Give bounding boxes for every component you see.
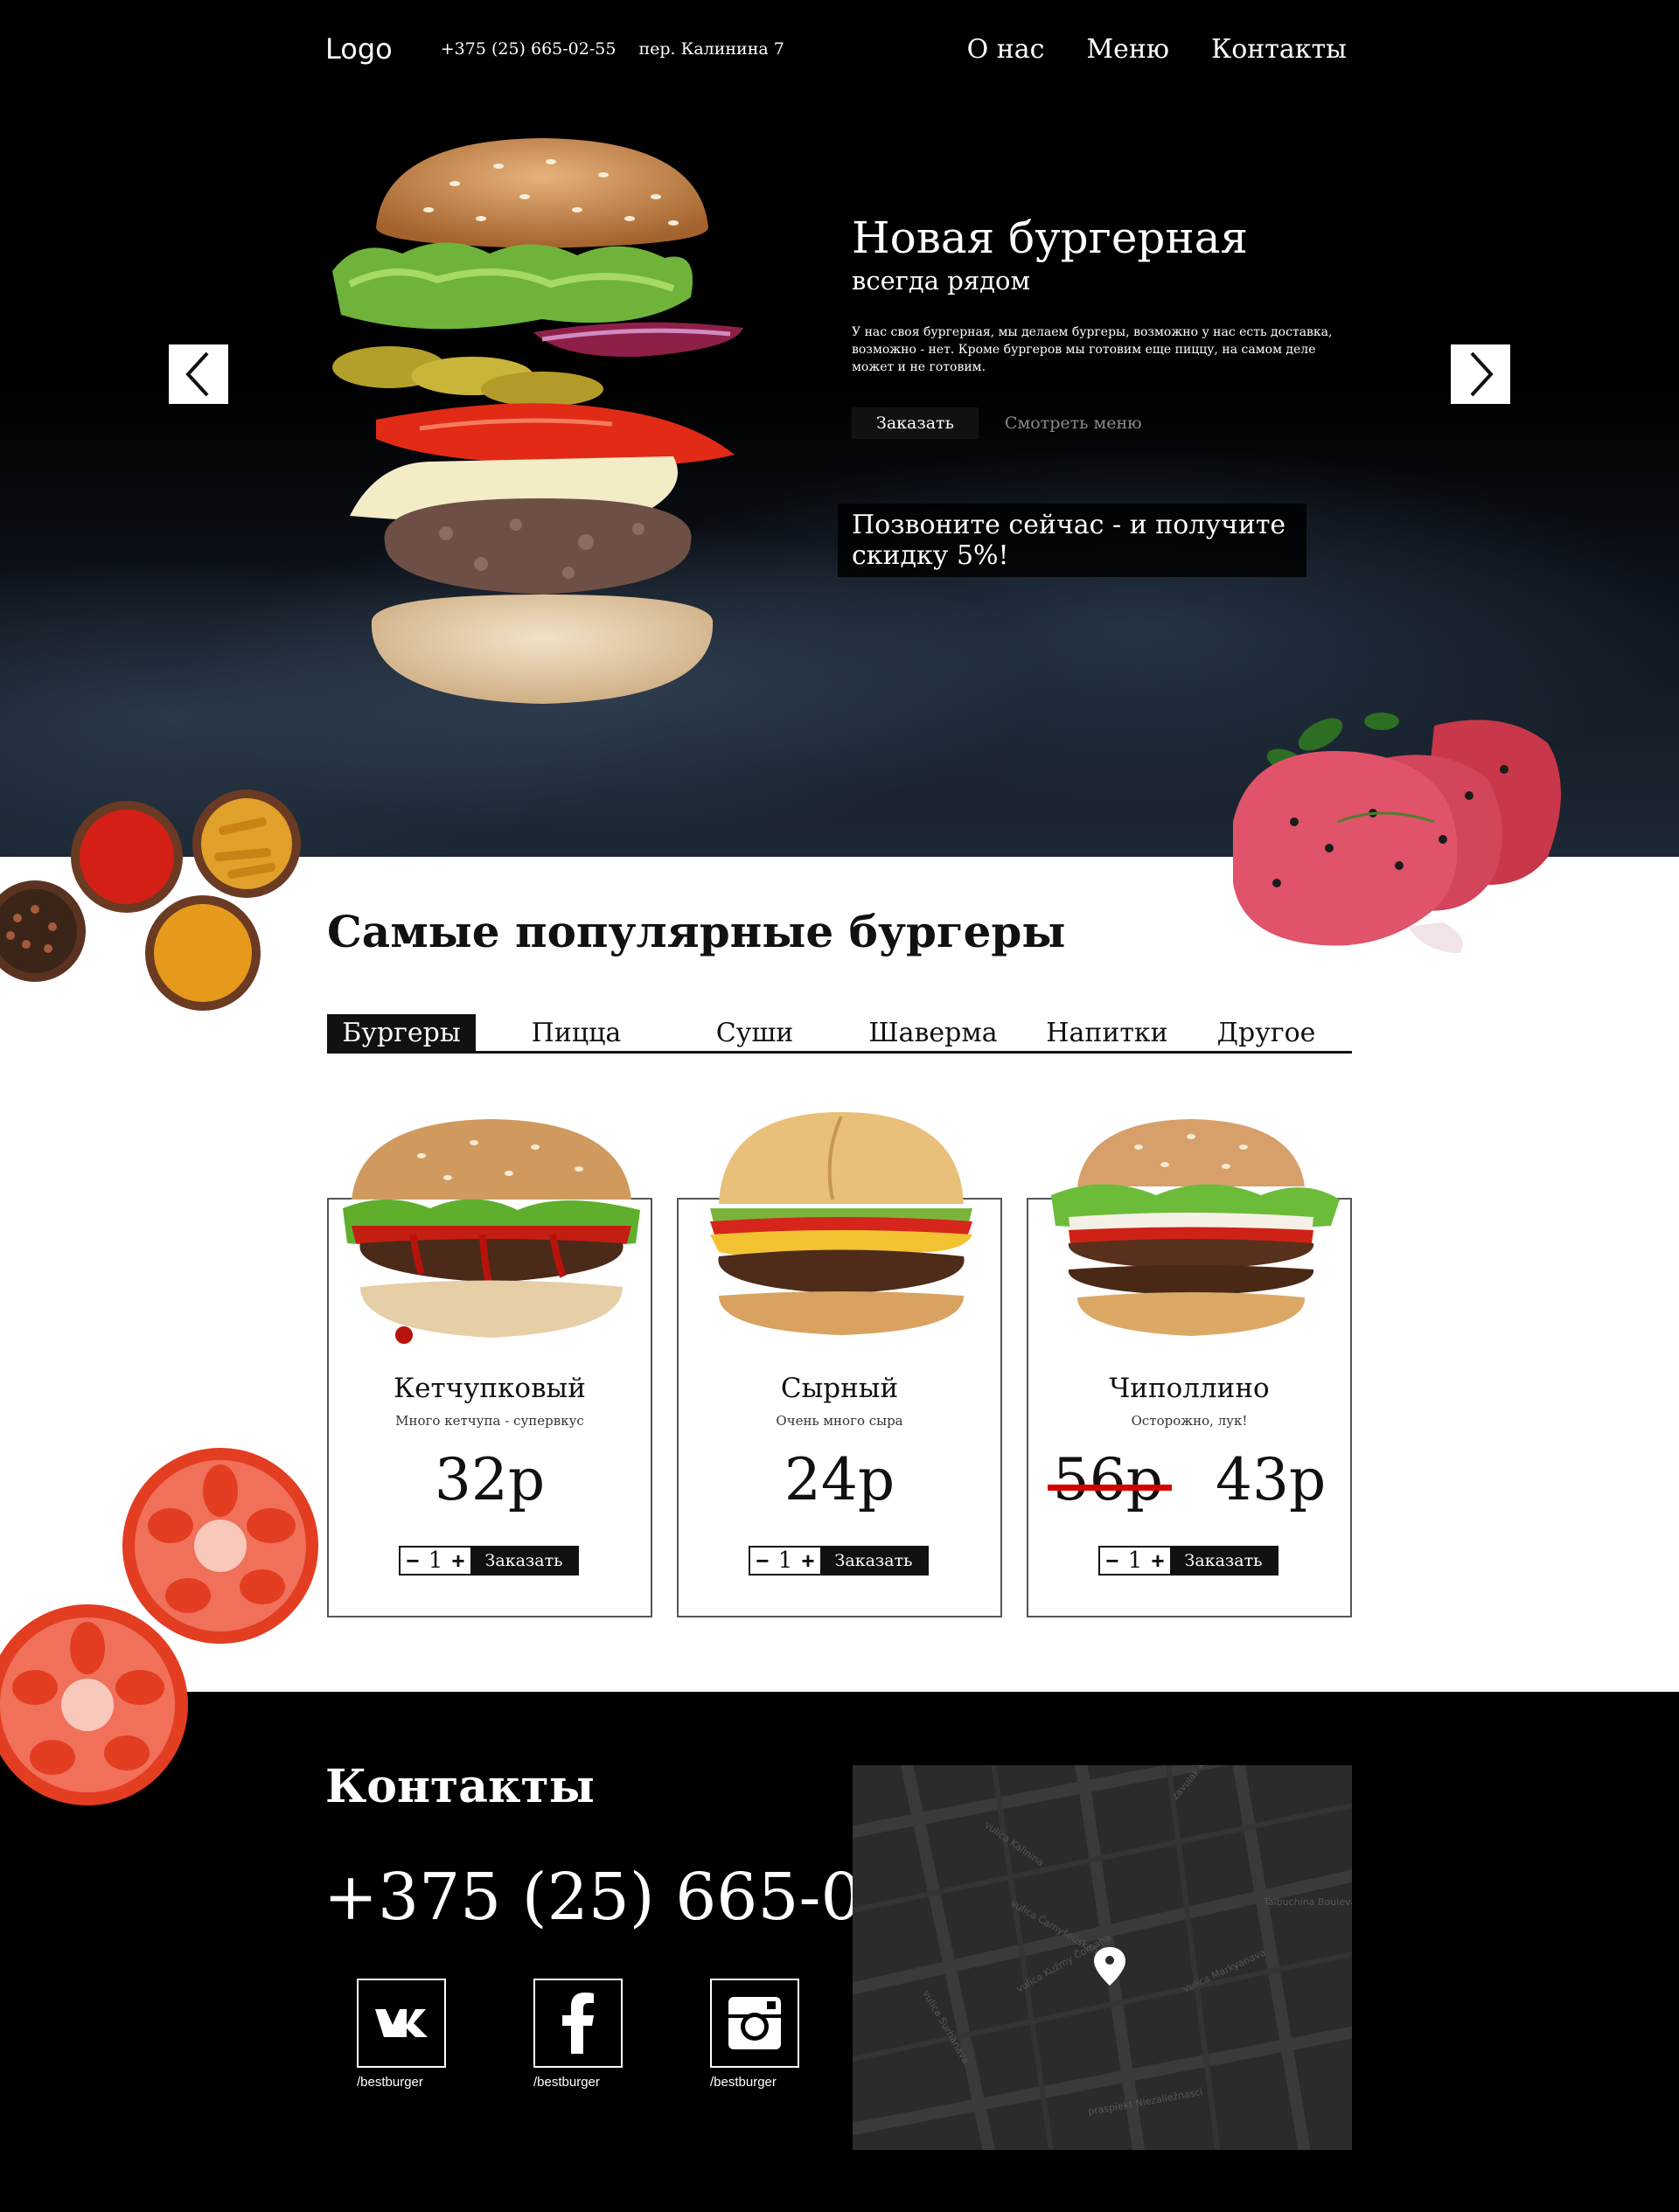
social-handle: /bestburger — [533, 2075, 600, 2090]
nav-menu[interactable]: Меню — [1086, 34, 1169, 65]
qty-increase-button[interactable]: + — [796, 1548, 820, 1574]
product-desc: Осторожно, лук! — [1131, 1413, 1248, 1429]
product-price: 43р — [1216, 1446, 1327, 1513]
hero-text: Новая бургерная всегда рядом У нас своя … — [852, 214, 1341, 439]
promo-banner: Позвоните сейчас - и получите скидку 5%! — [838, 504, 1306, 577]
product-card: Кетчупковый Много кетчупа - супервкус 32… — [327, 1119, 652, 1617]
instagram-icon — [728, 1997, 781, 2049]
product-name: Кетчупковый — [394, 1373, 586, 1404]
hero-view-menu-button[interactable]: Смотреть меню — [1005, 414, 1142, 433]
main-nav: О нас Меню Контакты — [967, 34, 1347, 65]
hero-buttons: Заказать Смотреть меню — [852, 407, 1341, 439]
chevron-right-icon — [1470, 351, 1494, 397]
social-links: /bestburger /bestburger /bestburger — [357, 1979, 799, 2090]
qty-decrease-button[interactable]: − — [1100, 1548, 1125, 1574]
popular-title: Самые популярные бургеры — [327, 906, 1066, 957]
social-vk[interactable]: /bestburger — [357, 1979, 446, 2090]
hero-description: У нас своя бургерная, мы делаем бургеры,… — [852, 325, 1333, 374]
price-row: 56р 43р — [1028, 1446, 1350, 1513]
chevron-left-icon — [185, 351, 209, 397]
product-price: 24р — [784, 1446, 895, 1513]
product-card: Чиполлино Осторожно, лук! 56р 43р − 1 + … — [1027, 1119, 1352, 1617]
header-address: пер. Калинина 7 — [638, 39, 784, 59]
hero-title: Новая бургерная — [852, 212, 1249, 263]
tab-sushi[interactable]: Суши — [677, 1014, 833, 1051]
product-name: Чиполлино — [1109, 1373, 1270, 1404]
social-handle: /bestburger — [357, 2075, 423, 2090]
product-desc: Очень много сыра — [776, 1413, 903, 1429]
meat-image — [1233, 713, 1561, 953]
burger-image — [343, 1119, 640, 1344]
hero-subtitle: всегда рядом — [852, 266, 1031, 296]
top-bar: Logo +375 (25) 665-02-55 пер. Калинина 7… — [325, 24, 1347, 73]
hero-burger-image — [332, 138, 743, 704]
qty-increase-button[interactable]: + — [446, 1548, 470, 1574]
product-desc: Много кетчупа - супервкус — [395, 1413, 584, 1429]
order-button[interactable]: Заказать — [470, 1548, 577, 1574]
social-instagram[interactable]: /bestburger — [710, 1979, 799, 2090]
burger-image — [710, 1112, 972, 1335]
hero-order-button[interactable]: Заказать — [852, 407, 979, 439]
burger-image — [1051, 1119, 1340, 1336]
qty-decrease-button[interactable]: − — [750, 1548, 775, 1574]
tab-pizza[interactable]: Пицца — [476, 1014, 677, 1051]
map[interactable]: vulica Kalinina vulica Čarnyšeŭskaha vul… — [853, 1765, 1352, 2150]
tomatoes-image — [0, 1448, 318, 1805]
tab-drinks[interactable]: Напитки — [1034, 1014, 1181, 1051]
product-card: Сырный Очень много сыра 24р − 1 + Заказа… — [677, 1112, 1002, 1617]
nav-contacts[interactable]: Контакты — [1211, 34, 1347, 65]
logo[interactable]: Logo — [325, 32, 393, 66]
order-controls: − 1 + Заказать — [1098, 1546, 1278, 1576]
order-button[interactable]: Заказать — [820, 1548, 927, 1574]
facebook-icon — [562, 1993, 594, 2054]
product-cards: Кетчупковый Много кетчупа - супервкус 32… — [327, 1110, 1352, 1617]
order-controls: − 1 + Заказать — [399, 1546, 579, 1576]
qty-value[interactable]: 1 — [1125, 1548, 1146, 1574]
qty-value[interactable]: 1 — [775, 1548, 796, 1574]
tab-other[interactable]: Другое — [1181, 1014, 1352, 1051]
vk-icon — [375, 2009, 428, 2037]
social-facebook[interactable]: /bestburger — [533, 1979, 623, 2090]
product-name: Сырный — [780, 1373, 899, 1404]
order-controls: − 1 + Заказать — [749, 1546, 929, 1576]
product-price: 32р — [434, 1446, 546, 1513]
header-phone: +375 (25) 665-02-55 — [440, 39, 617, 59]
category-tabs: Бургеры Пицца Суши Шаверма Напитки Друго… — [327, 1014, 1352, 1054]
map-canvas: vulica Kalinina vulica Čarnyšeŭskaha vul… — [853, 1765, 1352, 2150]
slider-prev-button[interactable] — [169, 344, 228, 404]
social-handle: /bestburger — [710, 2075, 777, 2090]
tab-burgers[interactable]: Бургеры — [327, 1014, 476, 1051]
contacts-title: Контакты — [325, 1760, 595, 1813]
order-button[interactable]: Заказать — [1170, 1548, 1277, 1574]
slider-next-button[interactable] — [1451, 344, 1510, 404]
qty-decrease-button[interactable]: − — [401, 1548, 425, 1574]
qty-increase-button[interactable]: + — [1146, 1548, 1170, 1574]
spices-image — [0, 790, 301, 1011]
qty-value[interactable]: 1 — [425, 1548, 446, 1574]
nav-about[interactable]: О нас — [967, 34, 1045, 65]
product-old-price: 56р — [1047, 1446, 1173, 1513]
tab-shawarma[interactable]: Шаверма — [833, 1014, 1034, 1051]
map-street-label: Talbuchina Boulevard — [1263, 1896, 1352, 1908]
